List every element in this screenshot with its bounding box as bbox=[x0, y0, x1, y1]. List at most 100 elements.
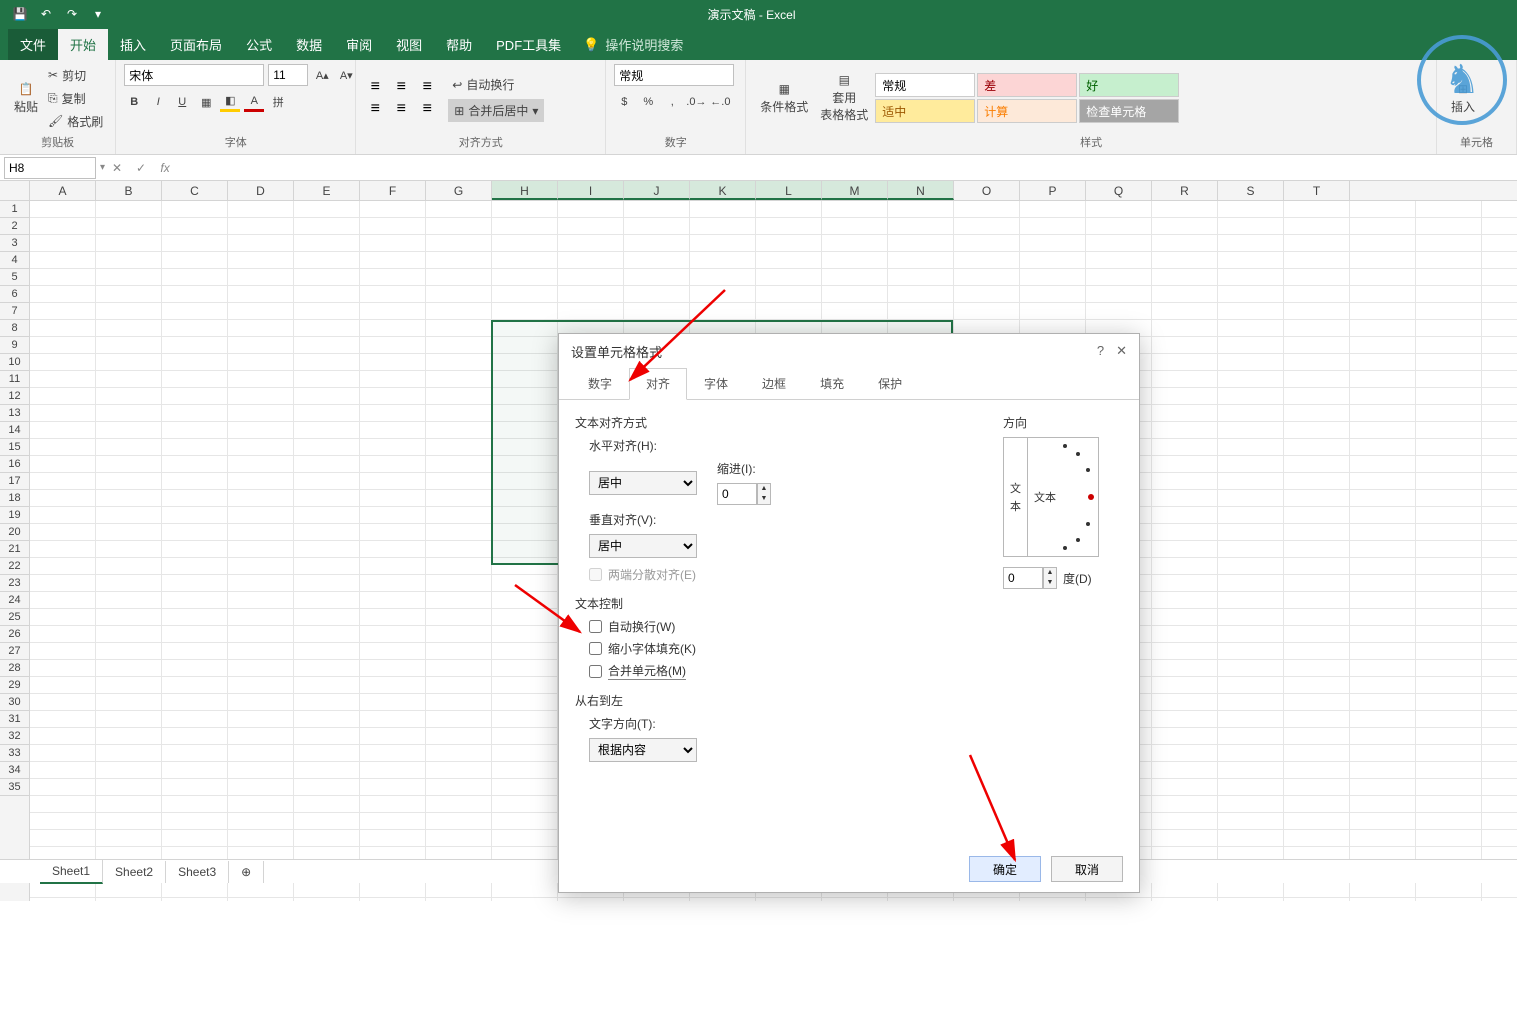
row-header[interactable]: 3 bbox=[0, 235, 29, 252]
shrink-check-row[interactable]: 缩小字体填充(K) bbox=[589, 640, 963, 657]
row-header[interactable]: 30 bbox=[0, 694, 29, 711]
row-header[interactable]: 28 bbox=[0, 660, 29, 677]
row-header[interactable]: 5 bbox=[0, 269, 29, 286]
indent-spinner[interactable] bbox=[717, 483, 757, 505]
sheet-tab-3[interactable]: Sheet3 bbox=[166, 861, 229, 883]
cell-style-bad[interactable]: 差 bbox=[977, 73, 1077, 97]
align-center-button[interactable]: ≡ bbox=[390, 100, 412, 118]
row-header[interactable]: 27 bbox=[0, 643, 29, 660]
row-header[interactable]: 13 bbox=[0, 405, 29, 422]
row-header[interactable]: 15 bbox=[0, 439, 29, 456]
cell-style-check[interactable]: 检查单元格 bbox=[1079, 99, 1179, 123]
conditional-format-button[interactable]: ▦条件格式 bbox=[754, 78, 814, 119]
tab-view[interactable]: 视图 bbox=[384, 29, 434, 60]
phonetic-button[interactable]: 拼 bbox=[268, 92, 288, 112]
row-header[interactable]: 6 bbox=[0, 286, 29, 303]
merge-center-button[interactable]: ⊞合并后居中▾ bbox=[448, 99, 544, 122]
column-header[interactable]: N bbox=[888, 181, 954, 200]
column-header[interactable]: A bbox=[30, 181, 96, 200]
align-top-button[interactable]: ≡ bbox=[364, 78, 386, 96]
font-size-input[interactable] bbox=[268, 64, 308, 86]
format-painter-button[interactable]: 🖌格式刷 bbox=[44, 111, 107, 132]
h-align-select[interactable]: 居中 bbox=[589, 471, 697, 495]
tab-help[interactable]: 帮助 bbox=[434, 29, 484, 60]
row-header[interactable]: 26 bbox=[0, 626, 29, 643]
row-header[interactable]: 1 bbox=[0, 201, 29, 218]
save-icon[interactable]: 💾 bbox=[12, 6, 28, 22]
column-header[interactable]: S bbox=[1218, 181, 1284, 200]
row-header[interactable]: 11 bbox=[0, 371, 29, 388]
column-header[interactable]: G bbox=[426, 181, 492, 200]
row-header[interactable]: 14 bbox=[0, 422, 29, 439]
row-header[interactable]: 8 bbox=[0, 320, 29, 337]
column-header[interactable]: J bbox=[624, 181, 690, 200]
column-header[interactable]: R bbox=[1152, 181, 1218, 200]
cancel-formula-button[interactable]: ✕ bbox=[105, 157, 129, 179]
spin-up-icon[interactable]: ▲ bbox=[758, 484, 770, 494]
row-header[interactable]: 31 bbox=[0, 711, 29, 728]
fill-color-button[interactable]: ◧ bbox=[220, 92, 240, 112]
cell-style-neutral[interactable]: 适中 bbox=[875, 99, 975, 123]
row-header[interactable]: 18 bbox=[0, 490, 29, 507]
wrap-checkbox[interactable] bbox=[589, 620, 602, 633]
dlg-tab-font[interactable]: 字体 bbox=[687, 368, 745, 399]
spin-up-icon[interactable]: ▲ bbox=[1044, 568, 1056, 578]
align-right-button[interactable]: ≡ bbox=[416, 100, 438, 118]
table-format-button[interactable]: ▤套用 表格格式 bbox=[814, 69, 874, 127]
border-button[interactable]: ▦ bbox=[196, 92, 216, 112]
spin-down-icon[interactable]: ▼ bbox=[1044, 578, 1056, 588]
row-header[interactable]: 32 bbox=[0, 728, 29, 745]
grow-font-button[interactable]: A▴ bbox=[312, 65, 332, 85]
orientation-control[interactable]: 文 本 文本 bbox=[1003, 437, 1099, 557]
dlg-tab-border[interactable]: 边框 bbox=[745, 368, 803, 399]
wrap-text-button[interactable]: ↩自动换行 bbox=[448, 74, 544, 95]
align-bottom-button[interactable]: ≡ bbox=[416, 78, 438, 96]
cancel-button[interactable]: 取消 bbox=[1051, 856, 1123, 882]
wrap-text-check-row[interactable]: 自动换行(W) bbox=[589, 618, 963, 635]
tab-data[interactable]: 数据 bbox=[284, 29, 334, 60]
currency-button[interactable]: $ bbox=[614, 92, 634, 112]
column-header[interactable]: O bbox=[954, 181, 1020, 200]
column-header[interactable]: L bbox=[756, 181, 822, 200]
orient-handle[interactable] bbox=[1088, 494, 1094, 500]
dlg-tab-align[interactable]: 对齐 bbox=[629, 368, 687, 400]
enter-formula-button[interactable]: ✓ bbox=[129, 157, 153, 179]
row-header[interactable]: 12 bbox=[0, 388, 29, 405]
column-header[interactable]: C bbox=[162, 181, 228, 200]
underline-button[interactable]: U bbox=[172, 92, 192, 112]
align-middle-button[interactable]: ≡ bbox=[390, 78, 412, 96]
column-header[interactable]: E bbox=[294, 181, 360, 200]
row-header[interactable]: 21 bbox=[0, 541, 29, 558]
row-header[interactable]: 34 bbox=[0, 762, 29, 779]
dlg-tab-protect[interactable]: 保护 bbox=[861, 368, 919, 399]
column-header[interactable]: B bbox=[96, 181, 162, 200]
fx-button[interactable]: fx bbox=[153, 157, 177, 179]
bold-button[interactable]: B bbox=[124, 92, 144, 112]
redo-icon[interactable]: ↷ bbox=[64, 6, 80, 22]
shrink-checkbox[interactable] bbox=[589, 642, 602, 655]
dlg-tab-number[interactable]: 数字 bbox=[571, 368, 629, 399]
column-header[interactable]: H bbox=[492, 181, 558, 200]
row-header[interactable]: 7 bbox=[0, 303, 29, 320]
tab-insert[interactable]: 插入 bbox=[108, 29, 158, 60]
tab-review[interactable]: 审阅 bbox=[334, 29, 384, 60]
sheet-tab-2[interactable]: Sheet2 bbox=[103, 861, 166, 883]
new-sheet-button[interactable]: ⊕ bbox=[229, 861, 264, 883]
tab-formulas[interactable]: 公式 bbox=[234, 29, 284, 60]
row-header[interactable]: 9 bbox=[0, 337, 29, 354]
degree-spinner[interactable] bbox=[1003, 567, 1043, 589]
column-header[interactable]: D bbox=[228, 181, 294, 200]
v-align-select[interactable]: 居中 bbox=[589, 534, 697, 558]
column-header[interactable]: I bbox=[558, 181, 624, 200]
column-header[interactable]: P bbox=[1020, 181, 1086, 200]
column-header[interactable]: M bbox=[822, 181, 888, 200]
dec-decimal-button[interactable]: ←.0 bbox=[710, 92, 730, 112]
row-header[interactable]: 4 bbox=[0, 252, 29, 269]
row-header[interactable]: 16 bbox=[0, 456, 29, 473]
column-header[interactable]: T bbox=[1284, 181, 1350, 200]
row-header[interactable]: 23 bbox=[0, 575, 29, 592]
comma-button[interactable]: , bbox=[662, 92, 682, 112]
row-header[interactable]: 25 bbox=[0, 609, 29, 626]
formula-input[interactable] bbox=[177, 161, 1517, 175]
align-left-button[interactable]: ≡ bbox=[364, 100, 386, 118]
